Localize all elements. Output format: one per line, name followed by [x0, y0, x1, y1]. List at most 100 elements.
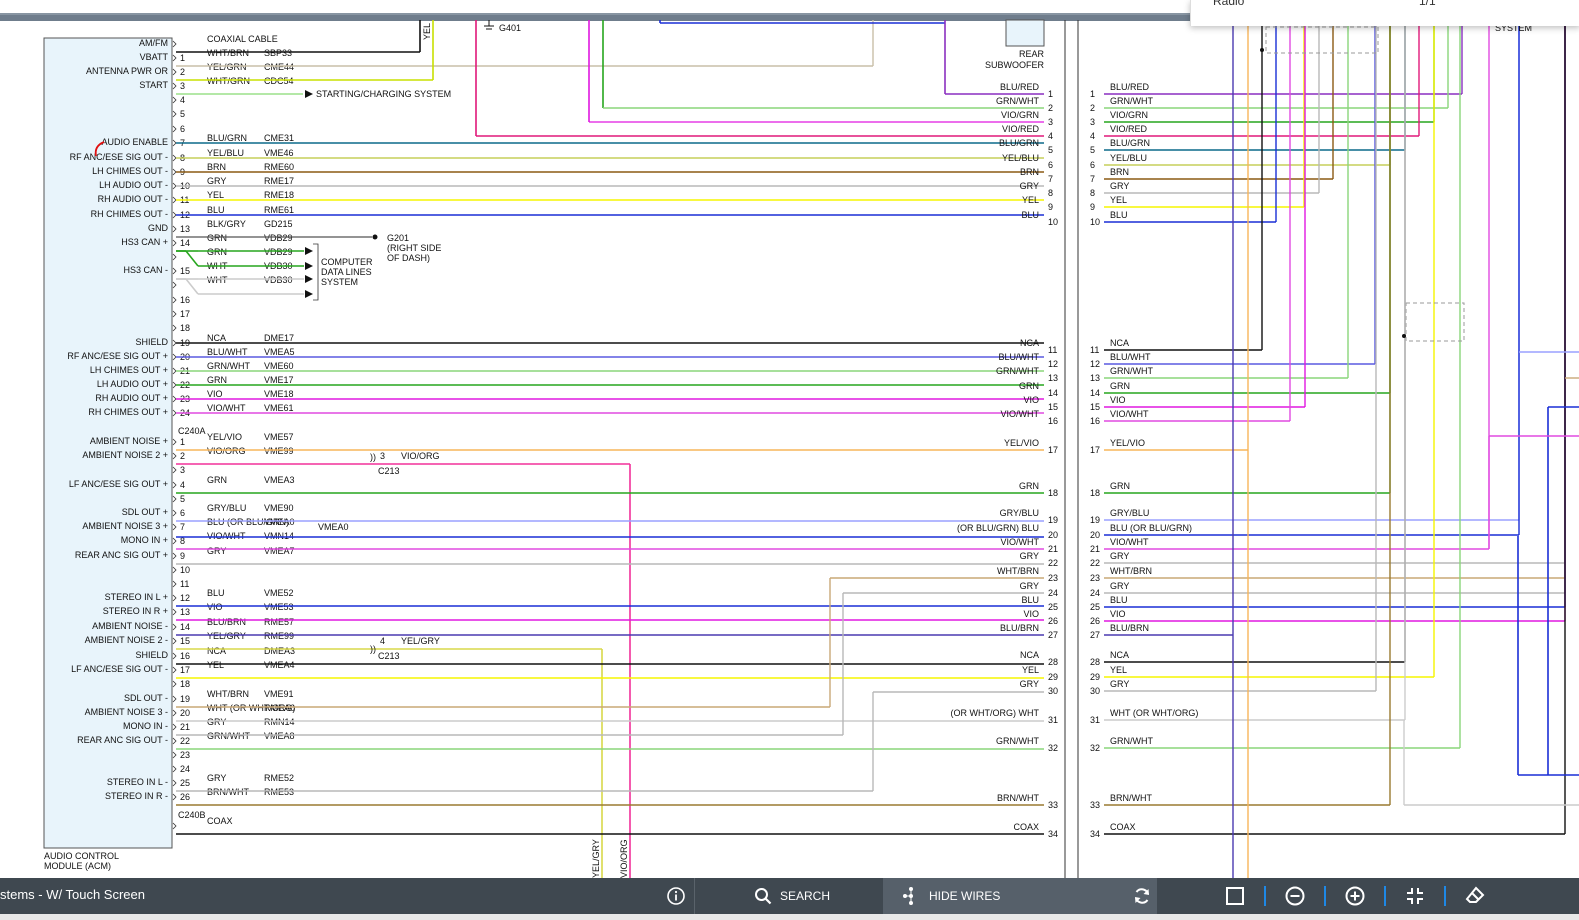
right-wire-color-13: GRN [1019, 381, 1039, 391]
connector-pin-mark [172, 154, 177, 162]
connector-pin-mark [172, 623, 177, 631]
conn-a-circuit-id-12: RME61 [264, 205, 294, 215]
zoom-out-icon[interactable] [1284, 885, 1306, 907]
conn-b-pin-12: 13 [180, 607, 190, 617]
far-pin-27: 28 [1090, 657, 1100, 667]
wire-can [185, 278, 199, 295]
conn-a-circuit-id-25: VME18 [264, 389, 294, 399]
conn-b-pin-19: 20 [180, 708, 190, 718]
clear-highlight-icon[interactable] [1464, 885, 1486, 907]
conn-a-circuit-id-22: VMEA5 [264, 347, 295, 357]
connector-pin-mark [172, 438, 177, 446]
conn-a-pin-2: 2 [180, 67, 185, 77]
far-pin-28: 29 [1090, 672, 1100, 682]
label-vertical-yel-gry: YEL/GRY [591, 839, 601, 878]
right-wire-color-0: BLU/RED [1000, 82, 1040, 92]
conn-a-pin-6: 6 [180, 124, 185, 134]
right-pin-17: 18 [1048, 488, 1058, 498]
far-wire-color-28: YEL [1110, 665, 1127, 675]
connector-pin-mark [172, 680, 177, 688]
conn-b-wire-color-11: BLU [207, 588, 225, 598]
document-title: stems - W/ Touch Screen [0, 887, 145, 902]
conn-a-circuit-id-15: VDB29 [264, 247, 293, 257]
far-wire-color-22: WHT/BRN [1110, 566, 1152, 576]
c213-pin3-color: VIO/ORG [401, 451, 440, 461]
far-wire-color-11: BLU/WHT [1110, 352, 1151, 362]
conn-a-function-label-11: RH AUDIO OUT - [98, 194, 168, 204]
connector-pin-mark [172, 110, 177, 118]
label-g201-note1: (RIGHT SIDE [387, 243, 441, 253]
conn-b-function-label-13: AMBIENT NOISE - [92, 621, 168, 631]
conn-a-circuit-id-9: RME60 [264, 162, 294, 172]
right-wire-color-26: BLU/BRN [1000, 623, 1039, 633]
conn-b-pin-21: 22 [180, 736, 190, 746]
connector-pin-mark [172, 125, 177, 133]
label-ground-g201: G201 [387, 233, 409, 243]
conn-a-function-label-9: LH CHIMES OUT - [92, 166, 168, 176]
right-wire-color-11: BLU/WHT [999, 352, 1040, 362]
conn-b-circuit-id-24: RME52 [264, 773, 294, 783]
conn-a-function-label-2: ANTENNA PWR OR [86, 66, 169, 76]
collapse-icon[interactable] [1404, 885, 1426, 907]
conn-b-pin-14: 15 [180, 636, 190, 646]
far-pin-20: 21 [1090, 544, 1100, 554]
label-ground-g401: G401 [499, 23, 521, 33]
c213-pin4: 4 [380, 636, 385, 646]
connector-pin-mark [172, 324, 177, 332]
right-pin-24: 25 [1048, 602, 1058, 612]
conn-b-function-label-3: LF ANC/ESE SIG OUT + [69, 479, 168, 489]
fit-page-icon[interactable] [1224, 885, 1246, 907]
far-pin-26: 27 [1090, 630, 1100, 640]
rear-subwoofer-box [1005, 19, 1045, 47]
right-pin-32: 33 [1048, 800, 1058, 810]
far-wire-color-27: NCA [1110, 650, 1129, 660]
hide-wires-button[interactable]: HIDE WIRES [883, 878, 1157, 914]
label-starting-charging: STARTING/CHARGING SYSTEM [316, 89, 451, 99]
connector-pin-mark [172, 196, 177, 204]
connector-pin-mark [172, 281, 177, 289]
connector-c240a-label: C240A [178, 426, 206, 436]
conn-a-wire-color-26: VIO/WHT [207, 403, 246, 413]
conn-b-pin-18: 19 [180, 694, 190, 704]
conn-a-circuit-id-26: VME61 [264, 403, 294, 413]
label-vmea0-circuit: VMEA0 [318, 522, 349, 532]
label-subwoofer-1: REAR [1019, 49, 1045, 59]
conn-a-function-label-14: HS3 CAN + [121, 237, 168, 247]
refresh-icon[interactable] [1132, 886, 1152, 906]
splice-dot [1402, 334, 1406, 338]
conn-a-circuit-id-2: CME44 [264, 62, 294, 72]
right-wire-color-7: GRY [1020, 181, 1039, 191]
zoom-in-icon[interactable] [1344, 885, 1366, 907]
far-wire-color-31: GRN/WHT [1110, 736, 1153, 746]
conn-b-circuit-id-15: DMEA3 [264, 646, 295, 656]
connector-pin-mark [172, 82, 177, 90]
far-wire-color-9: BLU [1110, 210, 1128, 220]
conn-b-pin-20: 21 [180, 722, 190, 732]
conn-a-circuit-id-13: GD215 [264, 219, 293, 229]
wiring-diagram-viewport[interactable]: AUDIO CONTROL MODULE (ACM) AM/FM COAXIAL CA… [0, 0, 1579, 878]
conn-a-circuit-id-24: VME17 [264, 375, 294, 385]
conn-a-function-label-7: AUDIO ENABLE [101, 137, 168, 147]
label-vertical-yel-top: YEL [422, 23, 432, 40]
right-pin-9: 10 [1048, 217, 1058, 227]
search-button[interactable]: SEARCH [754, 878, 830, 914]
far-pin-0: 1 [1090, 89, 1095, 99]
far-pin-33: 34 [1090, 829, 1100, 839]
info-icon[interactable] [666, 886, 686, 906]
far-wire-color-2: VIO/GRN [1110, 110, 1148, 120]
right-pin-25: 26 [1048, 616, 1058, 626]
far-wire-color-17: GRN [1110, 481, 1130, 491]
right-pin-22: 23 [1048, 573, 1058, 583]
right-pin-3: 4 [1048, 131, 1053, 141]
far-wire-color-18: GRY/BLU [1110, 508, 1149, 518]
conn-b-function-label-6: AMBIENT NOISE 3 + [82, 521, 168, 531]
far-wire-color-4: BLU/GRN [1110, 138, 1150, 148]
far-pin-6: 7 [1090, 174, 1095, 184]
c213-symbol-2: )) [370, 644, 376, 654]
right-pin-16: 17 [1048, 445, 1058, 455]
component-popup[interactable]: Radio 1/1 [1190, 0, 1579, 26]
right-pin-4: 5 [1048, 145, 1053, 155]
right-pin-8: 9 [1048, 202, 1053, 212]
connector-pin-mark [172, 509, 177, 517]
conn-b-function-label-18: SDL OUT - [124, 693, 168, 703]
